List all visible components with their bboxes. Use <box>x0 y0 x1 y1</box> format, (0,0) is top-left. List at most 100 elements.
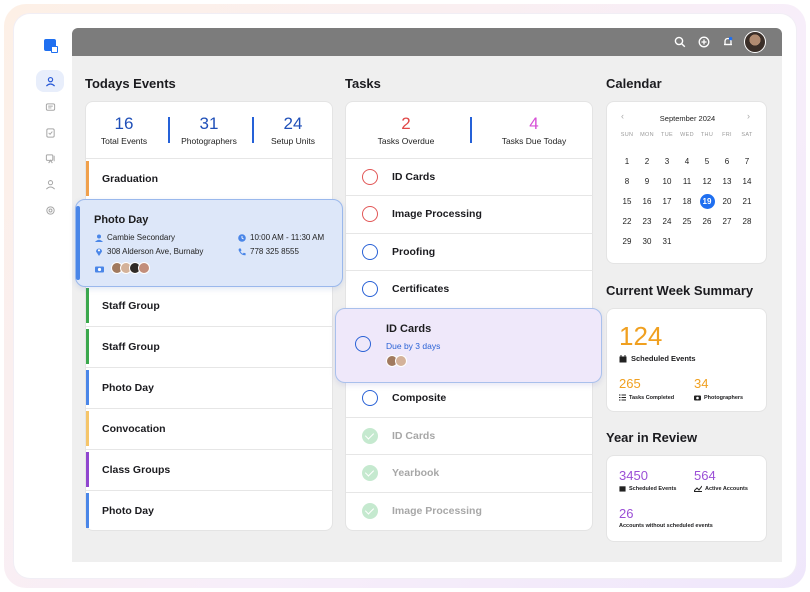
check-icon[interactable] <box>362 465 378 481</box>
task-checkbox[interactable] <box>362 390 378 406</box>
event-row[interactable]: Graduation <box>86 158 333 198</box>
calendar-day[interactable]: 9 <box>637 177 657 186</box>
calendar-day[interactable]: 12 <box>697 177 717 186</box>
check-icon[interactable] <box>362 503 378 519</box>
calendar-day[interactable]: 11 <box>677 177 697 186</box>
calendar-day[interactable]: 27 <box>717 217 737 226</box>
calendar-day[interactable]: 31 <box>657 237 677 246</box>
calendar-day[interactable]: 25 <box>677 217 697 226</box>
calendar-day[interactable]: 26 <box>697 217 717 226</box>
event-address: 308 Alderson Ave, Burnaby <box>95 247 203 256</box>
calendar-day[interactable]: 18 <box>677 197 697 206</box>
calendar-day[interactable]: 29 <box>617 237 637 246</box>
bell-icon[interactable] <box>722 36 734 48</box>
task-row[interactable]: Composite <box>346 379 593 416</box>
task-checkbox[interactable] <box>362 244 378 260</box>
calendar-day[interactable]: 20 <box>717 197 737 206</box>
weekday-label: SAT <box>741 132 753 138</box>
task-checkbox[interactable] <box>355 336 371 352</box>
event-name: Convocation <box>102 422 166 435</box>
photographers-label: Photographers <box>694 394 743 401</box>
calendar-day[interactable]: 7 <box>737 157 757 166</box>
sidebar-item-profile[interactable] <box>36 173 64 195</box>
task-row-completed[interactable]: ID Cards <box>346 417 593 454</box>
phone-icon <box>238 248 246 255</box>
user-avatar[interactable] <box>744 31 766 53</box>
calendar-day[interactable]: 13 <box>717 177 737 186</box>
calendar-day[interactable]: 28 <box>737 217 757 226</box>
add-circle-icon[interactable] <box>698 36 710 48</box>
school-text: Cambie Secondary <box>107 233 176 242</box>
task-row[interactable]: Proofing <box>346 233 593 270</box>
task-name: ID Cards <box>392 171 436 183</box>
event-row[interactable]: Convocation <box>86 408 333 448</box>
gear-icon <box>45 205 55 215</box>
calendar-day[interactable]: 4 <box>677 157 697 166</box>
calendar-day[interactable]: 15 <box>617 197 637 206</box>
sidebar-item-contacts[interactable] <box>36 70 64 92</box>
label-text: Scheduled Events <box>629 485 677 492</box>
event-card-focused[interactable]: Photo Day Cambie Secondary 10:00 AM - 11… <box>75 199 343 287</box>
task-row-completed[interactable]: Yearbook <box>346 454 593 491</box>
task-checkbox[interactable] <box>362 169 378 185</box>
task-row[interactable]: Certificates <box>346 270 593 307</box>
calendar-day[interactable]: 24 <box>657 217 677 226</box>
event-row[interactable]: Photo Day <box>86 367 333 407</box>
event-color-bar <box>86 370 89 405</box>
user-icon <box>45 179 55 189</box>
app-logo-icon[interactable] <box>44 39 58 53</box>
week-summary-card: 124 Scheduled Events 265 Tasks Completed… <box>606 308 767 412</box>
stat-label: Total Events <box>100 136 148 146</box>
stat-label: Tasks Due Today <box>501 136 567 146</box>
event-color-bar <box>76 206 80 280</box>
calendar-day[interactable]: 2 <box>637 157 657 166</box>
task-name: Yearbook <box>392 467 440 479</box>
sidebar-item-groups[interactable] <box>36 147 64 169</box>
sidebar-item-settings[interactable] <box>36 199 64 221</box>
event-row[interactable]: Class Groups <box>86 449 333 489</box>
weekday-label: THU <box>700 132 714 138</box>
calendar-day[interactable]: 30 <box>637 237 657 246</box>
calendar-day[interactable]: 21 <box>737 197 757 206</box>
task-card-focused[interactable]: ID Cards Due by 3 days <box>335 308 602 383</box>
chevron-right-icon[interactable]: › <box>747 111 750 121</box>
week-summary-title: Current Week Summary <box>606 283 754 298</box>
event-color-bar <box>86 161 89 196</box>
event-color-bar <box>86 288 89 323</box>
clipboard-icon <box>45 127 55 138</box>
calendar-day[interactable]: 19 <box>697 197 717 206</box>
event-row[interactable]: Staff Group <box>86 326 333 366</box>
scheduled-events-label: Scheduled Events <box>619 354 696 363</box>
check-icon[interactable] <box>362 428 378 444</box>
calendar-day[interactable]: 8 <box>617 177 637 186</box>
calendar-day[interactable]: 5 <box>697 157 717 166</box>
search-icon[interactable] <box>674 36 686 48</box>
task-row-completed[interactable]: Image Processing <box>346 492 593 529</box>
weekday-label: SUN <box>620 132 634 138</box>
task-row[interactable]: Image Processing <box>346 195 593 232</box>
calendar-day[interactable]: 3 <box>657 157 677 166</box>
stat-value: 24 <box>283 114 303 133</box>
calendar-day[interactable]: 23 <box>637 217 657 226</box>
sidebar-item-tasks[interactable] <box>36 121 64 143</box>
calendar-day[interactable]: 10 <box>657 177 677 186</box>
tasks-completed-label: Tasks Completed <box>619 394 674 401</box>
task-name: ID Cards <box>386 323 432 335</box>
event-row[interactable]: Staff Group <box>86 285 333 325</box>
calendar-day[interactable]: 14 <box>737 177 757 186</box>
calendar-day[interactable]: 17 <box>657 197 677 206</box>
users-icon <box>45 153 55 163</box>
list-icon <box>619 394 626 401</box>
task-checkbox[interactable] <box>362 206 378 222</box>
calendar-day[interactable]: 1 <box>617 157 637 166</box>
event-name: Staff Group <box>102 340 160 353</box>
sidebar-item-messages[interactable] <box>36 96 64 118</box>
calendar-day[interactable]: 16 <box>637 197 657 206</box>
task-row[interactable]: ID Cards <box>346 158 593 195</box>
label-text: Photographers <box>704 394 744 401</box>
calendar-day[interactable]: 22 <box>617 217 637 226</box>
event-row[interactable]: Photo Day <box>86 490 333 530</box>
calendar-day[interactable]: 6 <box>717 157 737 166</box>
event-time: 10:00 AM - 11:30 AM <box>238 233 324 242</box>
task-checkbox[interactable] <box>362 281 378 297</box>
